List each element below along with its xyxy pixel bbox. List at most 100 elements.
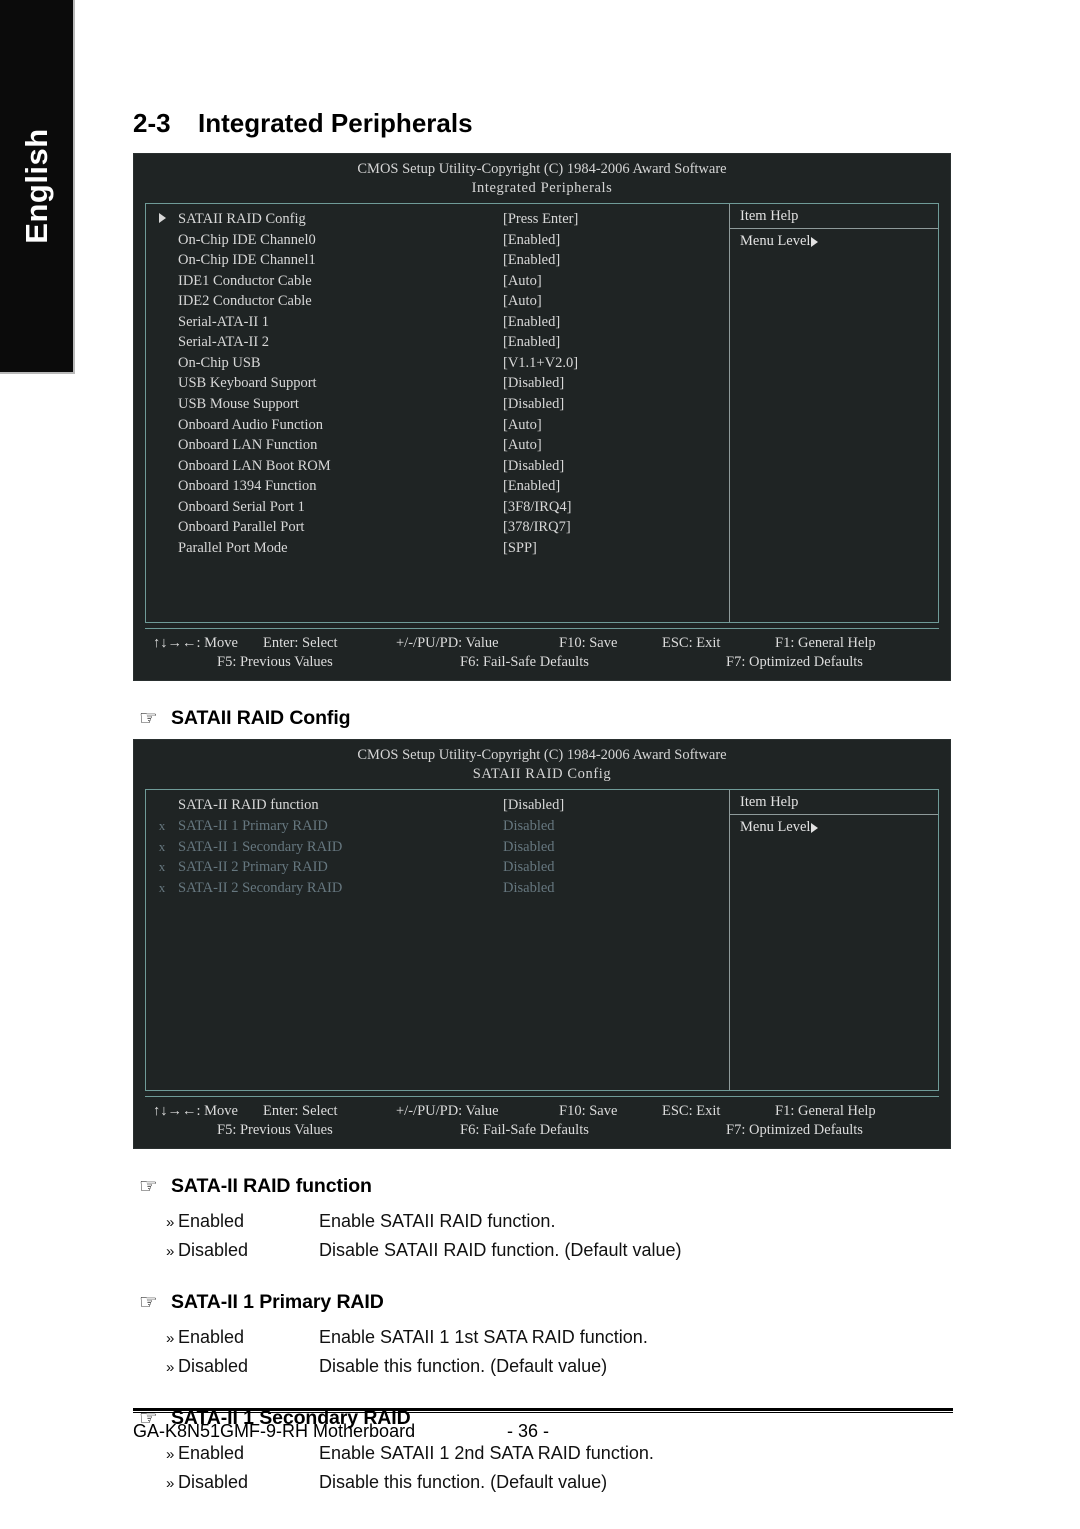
bios-setting-row[interactable]: IDE2 Conductor Cable [Auto] — [146, 291, 729, 312]
option-name: Disabled — [178, 1240, 249, 1261]
bios-setting-label: Onboard LAN Boot ROM — [178, 457, 331, 474]
key-value: +/-/PU/PD: Value — [396, 635, 499, 652]
bios2-item-help-panel: Item Help Menu Level — [730, 790, 938, 1090]
option-description: Enable SATAII 1 1st SATA RAID function. — [319, 1327, 648, 1348]
bios-setting-value[interactable]: [Enabled] — [503, 477, 729, 496]
bios-setting-row[interactable]: SATAII RAID Config [Press Enter] — [146, 209, 729, 230]
row-marker-empty — [146, 797, 178, 814]
bios-setting-value[interactable]: [Enabled] — [503, 251, 729, 270]
bios-setting-row[interactable]: On-Chip IDE Channel1 [Enabled] — [146, 250, 729, 271]
chevron-right-icon — [811, 236, 819, 247]
row-marker-empty — [146, 375, 178, 392]
key-optimized: F7: Optimized Defaults — [726, 654, 863, 671]
section-title: Integrated Peripherals — [198, 108, 473, 138]
bios-setting-value[interactable]: Disabled — [503, 858, 729, 877]
bios-setting-value[interactable]: Disabled — [503, 817, 729, 836]
bios-setting-value[interactable]: [Enabled] — [503, 313, 729, 332]
row-marker-empty — [146, 499, 178, 516]
option-description: Disable SATAII RAID function. (Default v… — [319, 1240, 682, 1261]
bios-setting-value[interactable]: [378/IRQ7] — [503, 518, 729, 537]
bios-setting-row[interactable]: Onboard LAN Boot ROM [Disabled] — [146, 456, 729, 477]
bios2-settings-list: SATA-II RAID function [Disabled] x SATA-II … — [146, 790, 730, 1091]
bios-setting-value[interactable]: [Disabled] — [503, 395, 729, 414]
bios-setting-row[interactable]: Parallel Port Mode [SPP] — [146, 538, 729, 559]
bios-setting-row[interactable]: On-Chip USB [V1.1+V2.0] — [146, 353, 729, 374]
double-arrow-bullet-icon: » — [166, 1359, 175, 1377]
key-general-help: F1: General Help — [775, 1103, 876, 1120]
bios-setting-value[interactable]: Disabled — [503, 838, 729, 857]
bios-setting-row[interactable]: Onboard 1394 Function [Enabled] — [146, 476, 729, 497]
option-sections: ☞ SATA-II RAID function» Enabled Enable SAT… — [133, 1175, 953, 1497]
row-marker-empty — [146, 293, 178, 310]
option-description: Disable this function. (Default value) — [319, 1472, 608, 1493]
bios-setting-value[interactable]: [Enabled] — [503, 333, 729, 352]
page-title: 2-3 Integrated Peripherals — [133, 108, 953, 139]
bios-setting-value[interactable]: Disabled — [503, 879, 729, 898]
row-marker-empty — [146, 540, 178, 557]
option-name: Disabled — [178, 1356, 249, 1377]
bios-setting-row[interactable]: USB Mouse Support [Disabled] — [146, 394, 729, 415]
bios-setting-value[interactable]: [Auto] — [503, 436, 729, 455]
option-name: Enabled — [178, 1327, 245, 1348]
bios-setting-value[interactable]: [SPP] — [503, 539, 729, 558]
bios-setting-row[interactable]: x SATA-II 2 Secondary RAID Disabled — [146, 878, 729, 899]
bios-setting-label: Onboard Audio Function — [178, 416, 323, 433]
bios-setting-value[interactable]: [V1.1+V2.0] — [503, 354, 729, 373]
bios-setting-row[interactable]: Onboard Audio Function [Auto] — [146, 415, 729, 436]
row-marker-empty — [146, 252, 178, 269]
bios-setting-row[interactable]: Onboard Parallel Port [378/IRQ7] — [146, 517, 729, 538]
bios2-body: SATA-II RAID function [Disabled] x SATA-II … — [145, 789, 939, 1092]
footer-rule-thin — [133, 1412, 953, 1413]
key-general-help: F1: General Help — [775, 635, 876, 652]
heading-sataii-raid-config: ☞ SATAII RAID Config — [133, 707, 953, 730]
bios-setting-value[interactable]: [Auto] — [503, 416, 729, 435]
bios-setting-row[interactable]: On-Chip IDE Channel0 [Enabled] — [146, 230, 729, 251]
row-marker-empty — [146, 355, 178, 372]
bios-setting-row[interactable]: Onboard LAN Function [Auto] — [146, 435, 729, 456]
bios-setting-row[interactable]: x SATA-II 1 Primary RAID Disabled — [146, 816, 729, 837]
bios-setting-row[interactable]: Onboard Serial Port 1 [3F8/IRQ4] — [146, 497, 729, 518]
double-arrow-bullet-icon: » — [166, 1214, 175, 1232]
bios-setting-value[interactable]: [Press Enter] — [503, 210, 729, 229]
bios-setting-value[interactable]: [Enabled] — [503, 231, 729, 250]
key-move: ↑↓→←: Move — [153, 1103, 238, 1120]
option-row: » Enabled Enable SATAII RAID function. — [133, 1207, 953, 1236]
bios-setting-value[interactable]: [Auto] — [503, 292, 729, 311]
language-tab: English — [0, 0, 75, 374]
submenu-arrow-icon — [146, 211, 178, 228]
bios-setting-value[interactable]: [Disabled] — [503, 374, 729, 393]
key-fail-safe: F6: Fail-Safe Defaults — [460, 654, 589, 671]
disabled-x-icon: x — [158, 879, 166, 895]
row-marker-empty — [146, 458, 178, 475]
bios-setting-label: SATA-II 1 Primary RAID — [178, 818, 328, 835]
option-name: Enabled — [178, 1211, 245, 1232]
bios-setting-row[interactable]: x SATA-II 1 Secondary RAID Disabled — [146, 837, 729, 858]
bios-setting-label: SATA-II 2 Primary RAID — [178, 859, 328, 876]
bios1-item-help-panel: Item Help Menu Level — [730, 204, 938, 622]
bios-setting-value[interactable]: [Disabled] — [503, 796, 729, 815]
bios-list-filler — [146, 898, 729, 1084]
hand-pointer-icon: ☞ — [139, 1291, 158, 1315]
key-exit: ESC: Exit — [662, 635, 721, 652]
bios-setting-label: Onboard 1394 Function — [178, 478, 317, 495]
bios2-item-help-title: Item Help — [730, 790, 938, 816]
bios-setting-value[interactable]: [3F8/IRQ4] — [503, 498, 729, 517]
option-section-heading-label: SATA-II RAID function — [171, 1175, 372, 1198]
bios-setting-value[interactable]: [Auto] — [503, 272, 729, 291]
option-row: » Enabled Enable SATAII 1 1st SATA RAID fu… — [133, 1323, 953, 1352]
key-previous-values: F5: Previous Values — [217, 1122, 333, 1139]
bios-setting-row[interactable]: Serial-ATA-II 2 [Enabled] — [146, 332, 729, 353]
bios-setting-label: Parallel Port Mode — [178, 539, 288, 556]
bios-setting-label: IDE1 Conductor Cable — [178, 272, 312, 289]
bios-setting-row[interactable]: Serial-ATA-II 1 [Enabled] — [146, 312, 729, 333]
bios-setting-value[interactable]: [Disabled] — [503, 457, 729, 476]
bios-setting-row[interactable]: x SATA-II 2 Primary RAID Disabled — [146, 857, 729, 878]
row-marker-empty — [146, 519, 178, 536]
language-tab-label: English — [18, 128, 54, 244]
bios1-menu-level: Menu Level — [730, 229, 938, 253]
footer-rule-thick — [133, 1408, 953, 1411]
bios-setting-row[interactable]: USB Keyboard Support [Disabled] — [146, 373, 729, 394]
key-optimized: F7: Optimized Defaults — [726, 1122, 863, 1139]
bios-setting-row[interactable]: IDE1 Conductor Cable [Auto] — [146, 271, 729, 292]
bios-setting-row[interactable]: SATA-II RAID function [Disabled] — [146, 795, 729, 816]
